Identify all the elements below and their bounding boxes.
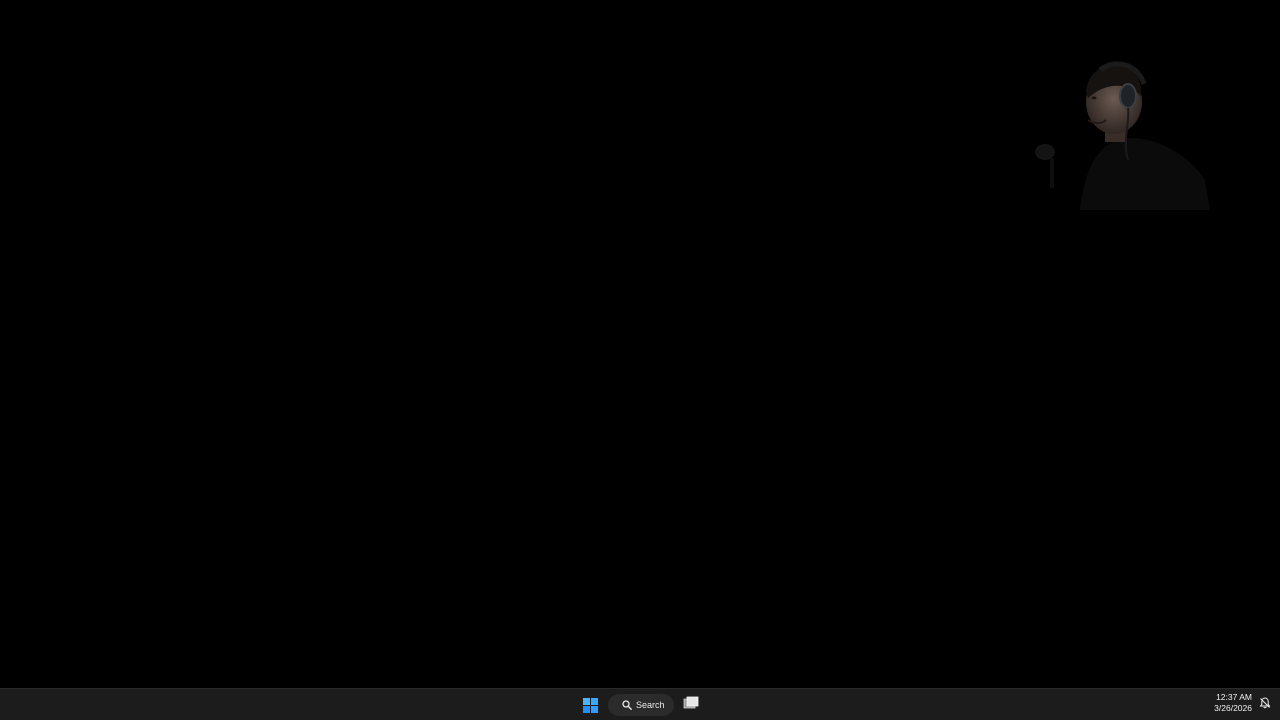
- notifications-button[interactable]: [1258, 696, 1272, 714]
- search-icon: [622, 700, 632, 710]
- webcam-person-image: [1035, 61, 1210, 210]
- taskbar-search-box[interactable]: Search: [608, 694, 674, 716]
- desktop: [0, 0, 1280, 688]
- task-view-button[interactable]: [680, 693, 702, 717]
- clock-date: 3/26/2026: [1214, 703, 1252, 713]
- windows-logo-icon: [582, 697, 598, 713]
- task-view-icon: [683, 696, 699, 715]
- notification-bell-icon: [1259, 696, 1271, 714]
- start-button[interactable]: [578, 692, 602, 718]
- clock-time: 12:37 AM: [1216, 692, 1252, 702]
- taskbar-clock[interactable]: 12:37 AM 3/26/2026: [1214, 692, 1252, 714]
- taskbar: Search 12:37 AM 3/26/2026: [0, 688, 1280, 720]
- webcam-overlay: [1010, 40, 1220, 210]
- search-label: Search: [636, 700, 665, 710]
